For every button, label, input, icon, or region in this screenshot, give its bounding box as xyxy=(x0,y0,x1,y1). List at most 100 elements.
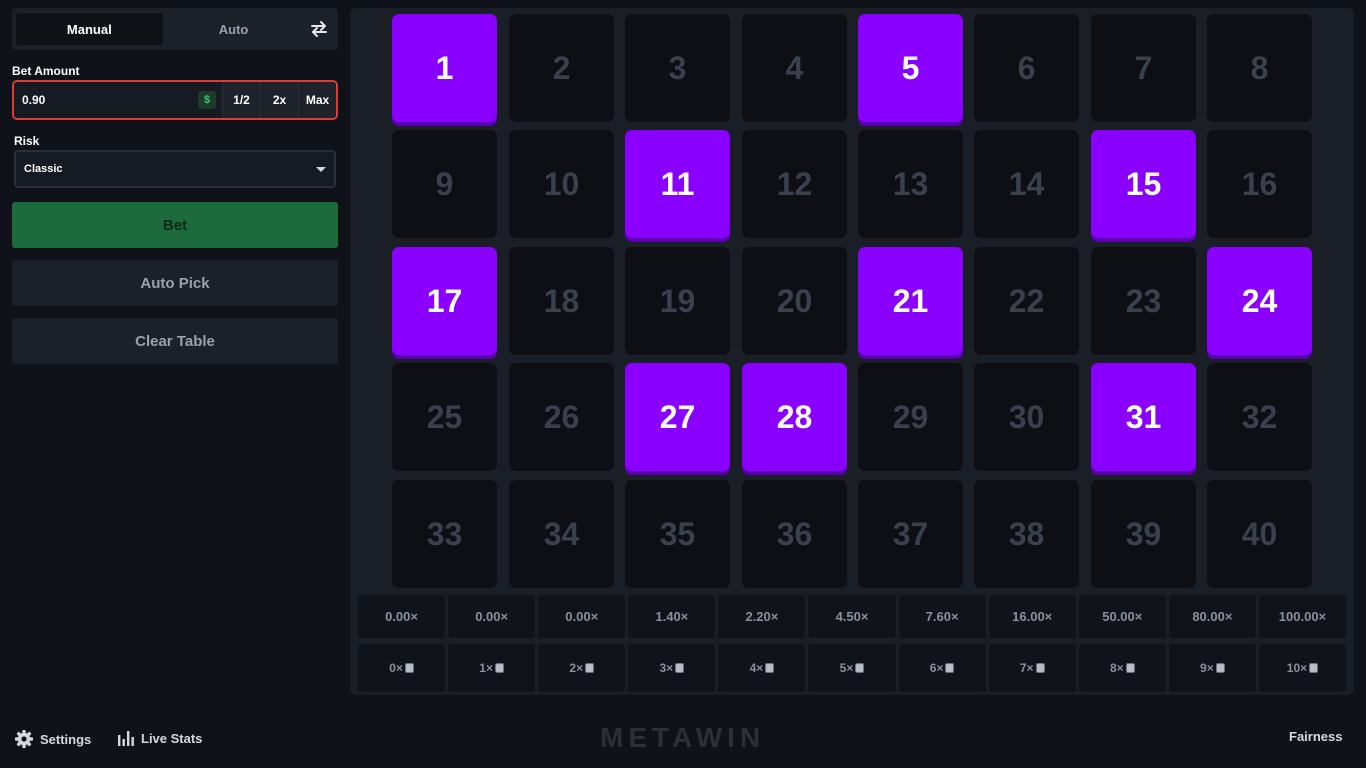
hits-cell: 3× xyxy=(628,644,716,692)
hits-cell: 9× xyxy=(1168,644,1256,692)
tab-auto[interactable]: Auto xyxy=(167,13,301,45)
gem-icon xyxy=(1035,663,1045,673)
hits-cell: 4× xyxy=(718,644,806,692)
tile-9[interactable]: 9 xyxy=(392,130,497,238)
tile-3[interactable]: 3 xyxy=(625,14,730,122)
tile-11[interactable]: 11 xyxy=(625,130,730,238)
hits-label: 2× xyxy=(569,661,584,675)
multiplier-cell: 2.20× xyxy=(718,595,806,638)
tile-38[interactable]: 38 xyxy=(974,480,1079,588)
hits-cell: 1× xyxy=(448,644,536,692)
multiplier-cell: 50.00× xyxy=(1078,595,1166,638)
tile-12[interactable]: 12 xyxy=(742,130,847,238)
metawin-logo: METAWIN xyxy=(600,722,766,753)
bar-chart-icon xyxy=(118,731,134,746)
settings-link[interactable]: Settings xyxy=(14,729,91,749)
tile-28[interactable]: 28 xyxy=(742,363,847,471)
swap-arrows-icon xyxy=(311,21,328,37)
tile-30[interactable]: 30 xyxy=(974,363,1079,471)
tile-16[interactable]: 16 xyxy=(1207,130,1312,238)
risk-value: Classic xyxy=(24,163,63,175)
bet-amount-input[interactable] xyxy=(22,93,198,107)
bet-amount-label: Bet Amount xyxy=(12,64,80,78)
tile-32[interactable]: 32 xyxy=(1207,363,1312,471)
tile-14[interactable]: 14 xyxy=(974,130,1079,238)
gem-icon xyxy=(1309,663,1319,673)
hits-row: 0× 1× 2× 3× 4× 5× 6× 7× 8× 9× 10× xyxy=(358,644,1347,692)
tile-25[interactable]: 25 xyxy=(392,363,497,471)
hits-label: 5× xyxy=(839,661,854,675)
live-stats-link[interactable]: Live Stats xyxy=(117,729,202,747)
multiplier-cell: 100.00× xyxy=(1258,595,1347,638)
keno-board: 0.00× 0.00× 0.00× 1.40× 2.20× 4.50× 7.60× 16.00… xyxy=(350,8,1354,695)
hits-label: 1× xyxy=(479,661,493,675)
double-bet-button[interactable]: 2x xyxy=(260,82,298,118)
gem-icon xyxy=(1215,663,1225,673)
tile-8[interactable]: 8 xyxy=(1207,14,1312,122)
fairness-link[interactable]: Fairness xyxy=(1289,729,1342,744)
hits-label: 0× xyxy=(389,661,403,675)
risk-select[interactable]: Classic xyxy=(14,150,336,188)
hits-cell: 6× xyxy=(898,644,986,692)
multiplier-cell: 16.00× xyxy=(988,595,1076,638)
fairness-label: Fairness xyxy=(1289,729,1343,744)
hits-label: 6× xyxy=(929,661,944,675)
tile-36[interactable]: 36 xyxy=(742,480,847,588)
tab-manual[interactable]: Manual xyxy=(16,13,163,45)
hits-cell: 10× xyxy=(1258,644,1347,692)
tile-27[interactable]: 27 xyxy=(625,363,730,471)
chevron-down-icon xyxy=(316,166,326,172)
tile-34[interactable]: 34 xyxy=(509,480,614,588)
hits-cell: 7× xyxy=(988,644,1076,692)
tile-13[interactable]: 13 xyxy=(858,130,963,238)
gear-icon xyxy=(15,730,33,748)
hits-cell: 0× xyxy=(358,644,446,692)
max-bet-button[interactable]: Max xyxy=(298,82,336,118)
tile-10[interactable]: 10 xyxy=(509,130,614,238)
tile-4[interactable]: 4 xyxy=(742,14,847,122)
hits-label: 10× xyxy=(1286,661,1308,675)
tile-15[interactable]: 15 xyxy=(1091,130,1196,238)
hits-cell: 2× xyxy=(538,644,626,692)
tile-35[interactable]: 35 xyxy=(625,480,730,588)
tile-19[interactable]: 19 xyxy=(625,247,730,355)
risk-label: Risk xyxy=(14,134,40,148)
gem-icon xyxy=(855,663,865,673)
bet-input-wrap: $ xyxy=(14,82,222,118)
swap-button[interactable] xyxy=(304,13,334,45)
settings-label: Settings xyxy=(40,731,92,747)
hits-cell: 5× xyxy=(808,644,896,692)
tile-24[interactable]: 24 xyxy=(1207,247,1312,355)
multiplier-row: 0.00× 0.00× 0.00× 1.40× 2.20× 4.50× 7.60× 16.00… xyxy=(358,595,1347,638)
hits-label: 4× xyxy=(749,661,764,675)
tile-39[interactable]: 39 xyxy=(1091,480,1196,588)
tile-7[interactable]: 7 xyxy=(1091,14,1196,122)
half-bet-button[interactable]: 1/2 xyxy=(222,82,260,118)
tile-17[interactable]: 17 xyxy=(392,247,497,355)
tile-33[interactable]: 33 xyxy=(392,480,497,588)
auto-pick-button[interactable]: Auto Pick xyxy=(12,260,338,306)
multiplier-cell: 0.00× xyxy=(358,595,446,638)
tile-2[interactable]: 2 xyxy=(509,14,614,122)
multiplier-cell: 80.00× xyxy=(1168,595,1256,638)
tile-6[interactable]: 6 xyxy=(974,14,1079,122)
tile-1[interactable]: 1 xyxy=(392,14,497,122)
gem-icon xyxy=(585,663,595,673)
tile-5[interactable]: 5 xyxy=(858,14,963,122)
gem-icon xyxy=(765,663,775,673)
tile-31[interactable]: 31 xyxy=(1091,363,1196,471)
tile-26[interactable]: 26 xyxy=(509,363,614,471)
tile-29[interactable]: 29 xyxy=(858,363,963,471)
multiplier-cell: 4.50× xyxy=(808,595,896,638)
tile-23[interactable]: 23 xyxy=(1091,247,1196,355)
bet-button[interactable]: Bet xyxy=(12,202,338,248)
tile-40[interactable]: 40 xyxy=(1207,480,1312,588)
clear-table-button[interactable]: Clear Table xyxy=(12,318,338,364)
tile-18[interactable]: 18 xyxy=(509,247,614,355)
tile-22[interactable]: 22 xyxy=(974,247,1079,355)
tile-37[interactable]: 37 xyxy=(858,480,963,588)
tile-20[interactable]: 20 xyxy=(742,247,847,355)
keno-app: Manual Auto Bet Amount $ 1/2 2x Max Risk… xyxy=(0,0,1366,768)
tile-21[interactable]: 21 xyxy=(858,247,963,355)
multiplier-cell: 7.60× xyxy=(898,595,986,638)
